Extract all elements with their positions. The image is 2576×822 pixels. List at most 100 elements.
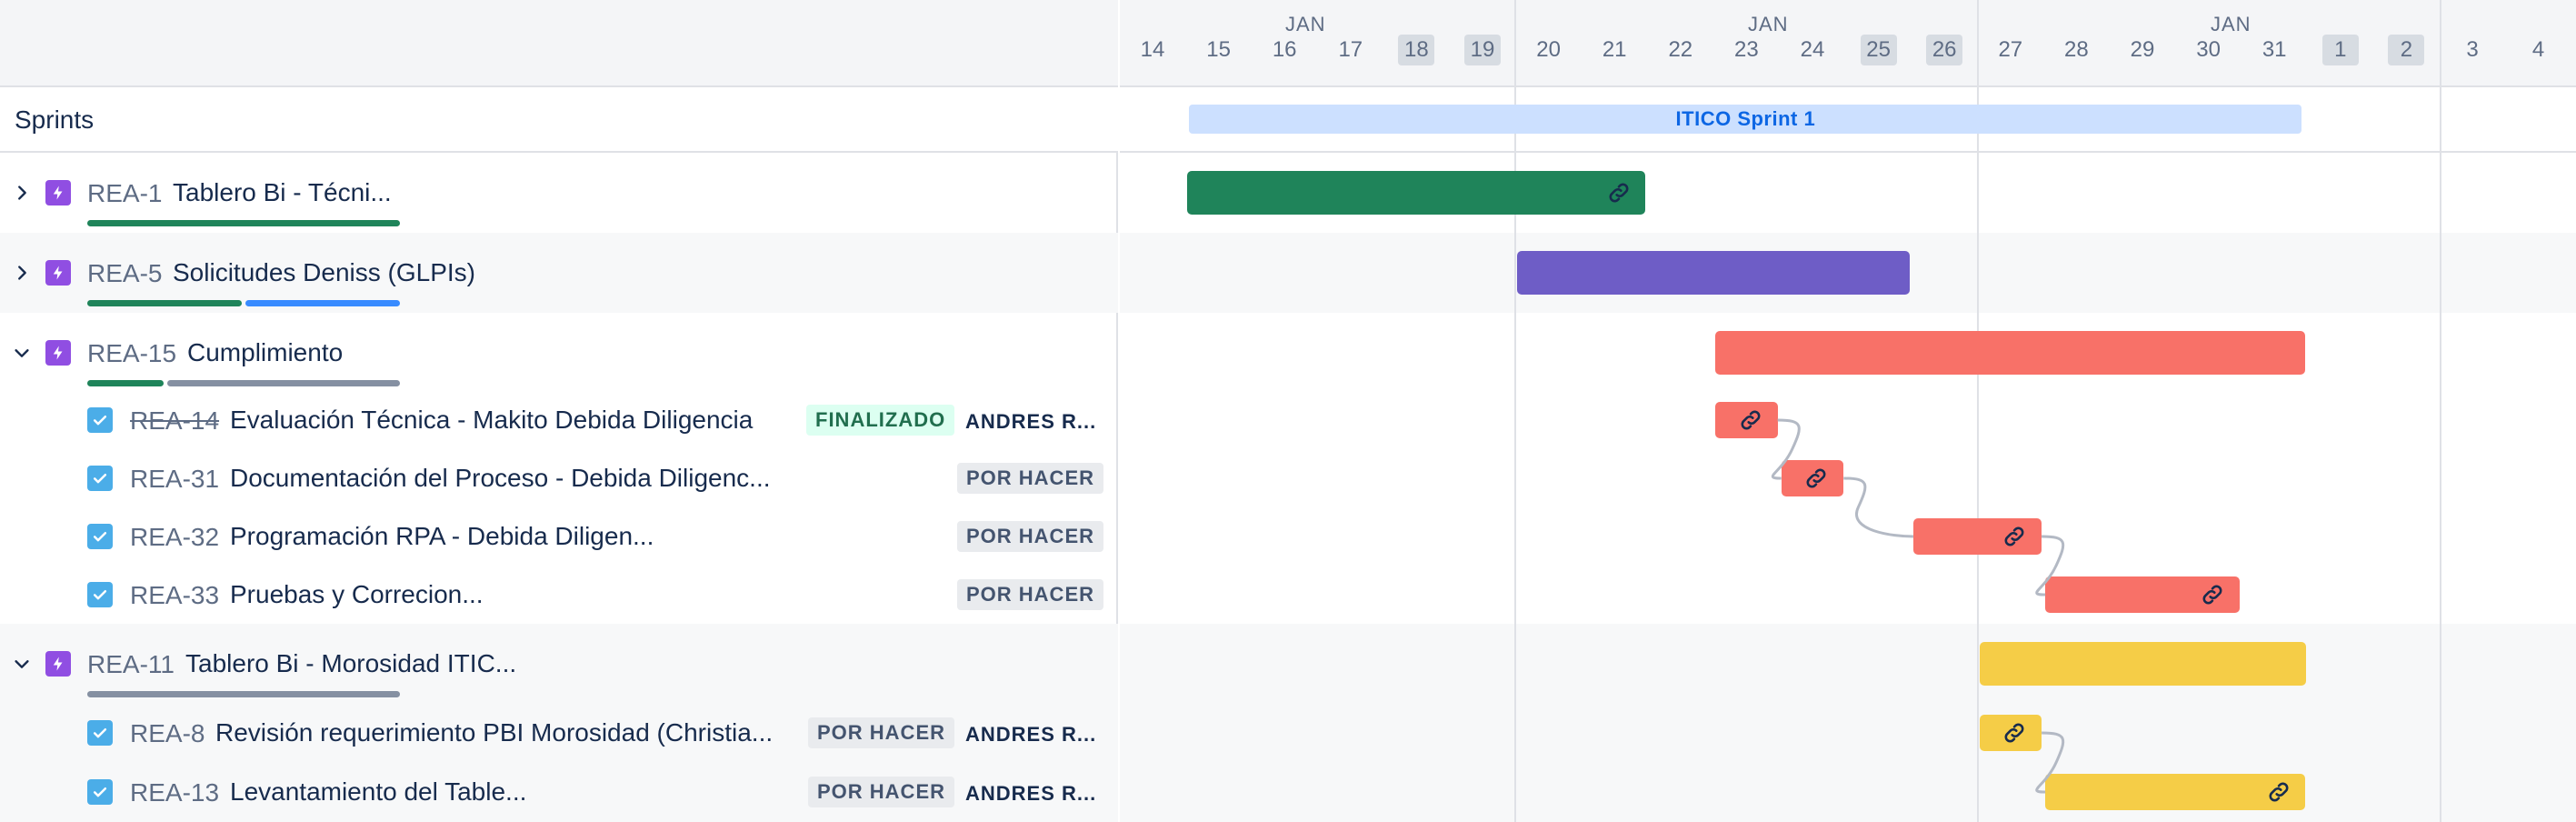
link-icon[interactable] (1738, 407, 1763, 433)
issue-key[interactable]: REA-32 (130, 523, 219, 552)
sprints-row: Sprints (0, 87, 1118, 153)
task-row[interactable]: REA-33 Pruebas y Correcion... POR HACER (0, 566, 1118, 624)
issue-list-panel: Sprints REA-1 Tablero Bi - Técni... REA-5 S… (0, 0, 1118, 822)
week-divider (2440, 0, 2441, 822)
month-label: JAN (2211, 13, 2252, 35)
assignee-name[interactable]: ANDRES R... (965, 410, 1096, 434)
task-checkbox-icon (87, 466, 113, 491)
issue-list-header (0, 0, 1118, 87)
issue-title[interactable]: Documentación del Proceso - Debida Dilig… (230, 464, 771, 493)
issue-title[interactable]: Tablero Bi - Morosidad ITIC... (185, 649, 516, 678)
timeline-row (1120, 449, 2576, 507)
progress-segment (87, 380, 164, 386)
day-label: 21 (1602, 37, 1627, 62)
issue-key[interactable]: REA-33 (130, 581, 219, 610)
day-label: 29 (2130, 37, 2155, 62)
chevron-right-icon[interactable] (9, 180, 35, 206)
timeline-bar-rea-1[interactable] (1187, 171, 1646, 215)
epic-row[interactable]: REA-15 Cumplimiento (0, 313, 1118, 391)
progress-segment (87, 220, 400, 226)
issue-title[interactable]: Tablero Bi - Técni... (173, 178, 392, 207)
issue-title[interactable]: Revisión requerimiento PBI Morosidad (Ch… (215, 718, 773, 747)
issue-title[interactable]: Programación RPA - Debida Diligen... (230, 522, 654, 551)
assignee-name[interactable]: ANDRES R... (965, 782, 1096, 806)
link-icon[interactable] (2266, 779, 2291, 805)
issue-key[interactable]: REA-31 (130, 465, 219, 494)
issue-key[interactable]: REA-5 (87, 259, 162, 288)
task-checkbox-icon (87, 779, 113, 805)
task-checkbox-icon (87, 524, 113, 549)
status-badge[interactable]: FINALIZADO (806, 405, 955, 436)
task-row[interactable]: REA-8 Revisión requerimiento PBI Morosida… (0, 704, 1118, 762)
issue-key[interactable]: REA-15 (87, 339, 176, 368)
timeline-bar-rea-15[interactable] (1715, 331, 2306, 375)
day-label: 28 (2064, 37, 2089, 62)
link-icon[interactable] (2200, 582, 2225, 607)
issue-title[interactable]: Solicitudes Deniss (GLPIs) (173, 258, 475, 287)
status-badge[interactable]: POR HACER (957, 463, 1104, 494)
day-label: 31 (2261, 37, 2287, 62)
epic-row[interactable]: REA-5 Solicitudes Deniss (GLPIs) (0, 233, 1118, 313)
issue-title[interactable]: Evaluación Técnica - Makito Debida Dilig… (230, 406, 753, 435)
sprint-bar[interactable]: ITICO Sprint 1 (1189, 105, 2302, 134)
task-row[interactable]: REA-31 Documentación del Proceso - Debida… (0, 449, 1118, 507)
epic-row[interactable]: REA-1 Tablero Bi - Técni... (0, 153, 1118, 233)
day-label: 30 (2196, 37, 2221, 62)
epic-icon (45, 260, 71, 286)
day-label: 26 (1926, 35, 1963, 65)
epic-icon (45, 180, 71, 206)
day-label: 22 (1668, 37, 1693, 62)
issue-title[interactable]: Cumplimiento (187, 338, 343, 367)
day-label: 24 (1800, 37, 1825, 62)
progress-segment (87, 691, 400, 697)
timeline-row (1120, 624, 2576, 704)
progress-segment (167, 380, 400, 386)
status-badge[interactable]: POR HACER (808, 717, 955, 748)
timeline-row (1120, 507, 2576, 566)
link-icon[interactable] (2002, 524, 2027, 549)
link-icon[interactable] (1803, 466, 1829, 491)
timeline-row (1120, 762, 2576, 822)
epic-icon (45, 651, 71, 677)
month-label: JAN (1748, 13, 1789, 35)
timeline-row (1120, 391, 2576, 449)
status-badge[interactable]: POR HACER (808, 777, 955, 807)
timeline-bar-rea-5[interactable] (1517, 251, 1910, 295)
epic-icon (45, 340, 71, 366)
day-label: 27 (1998, 37, 2023, 62)
task-checkbox-icon (87, 720, 113, 746)
epic-row[interactable]: REA-11 Tablero Bi - Morosidad ITIC... (0, 624, 1118, 704)
link-icon[interactable] (2002, 720, 2027, 746)
day-label: 17 (1338, 37, 1363, 62)
timeline-view: Sprints REA-1 Tablero Bi - Técni... REA-5 S… (0, 0, 2576, 822)
chevron-down-icon[interactable] (9, 340, 35, 366)
day-label: 4 (2531, 37, 2545, 62)
task-row[interactable]: REA-32 Programación RPA - Debida Diligen.… (0, 507, 1118, 566)
task-checkbox-icon (87, 582, 113, 607)
issue-title[interactable]: Levantamiento del Table... (230, 777, 526, 807)
issue-key[interactable]: REA-13 (130, 778, 219, 807)
issue-key[interactable]: REA-11 (87, 650, 175, 679)
issue-title[interactable]: Pruebas y Correcion... (230, 580, 484, 609)
timeline-bar-rea-11[interactable] (1979, 642, 2306, 686)
sprints-label: Sprints (15, 105, 95, 134)
day-label: 16 (1272, 37, 1297, 62)
day-label: 3 (2466, 37, 2479, 62)
timeline-row (1120, 566, 2576, 624)
task-row[interactable]: REA-14 Evaluación Técnica - Makito Debida… (0, 391, 1118, 449)
task-row[interactable]: REA-13 Levantamiento del Table... POR HACE… (0, 762, 1118, 822)
issue-key[interactable]: REA-8 (130, 719, 205, 748)
assignee-name[interactable]: ANDRES R... (965, 723, 1096, 747)
day-label: 14 (1140, 37, 1165, 62)
day-label: 25 (1860, 35, 1897, 65)
issue-key[interactable]: REA-1 (87, 179, 162, 208)
chevron-right-icon[interactable] (9, 260, 35, 286)
month-label: JAN (1285, 13, 1326, 35)
timeline-row (1120, 704, 2576, 762)
status-badge[interactable]: POR HACER (957, 579, 1104, 610)
status-badge[interactable]: POR HACER (957, 521, 1104, 552)
chevron-down-icon[interactable] (9, 651, 35, 677)
day-label: 23 (1734, 37, 1759, 62)
link-icon[interactable] (1606, 180, 1632, 206)
issue-key[interactable]: REA-14 (130, 406, 219, 436)
